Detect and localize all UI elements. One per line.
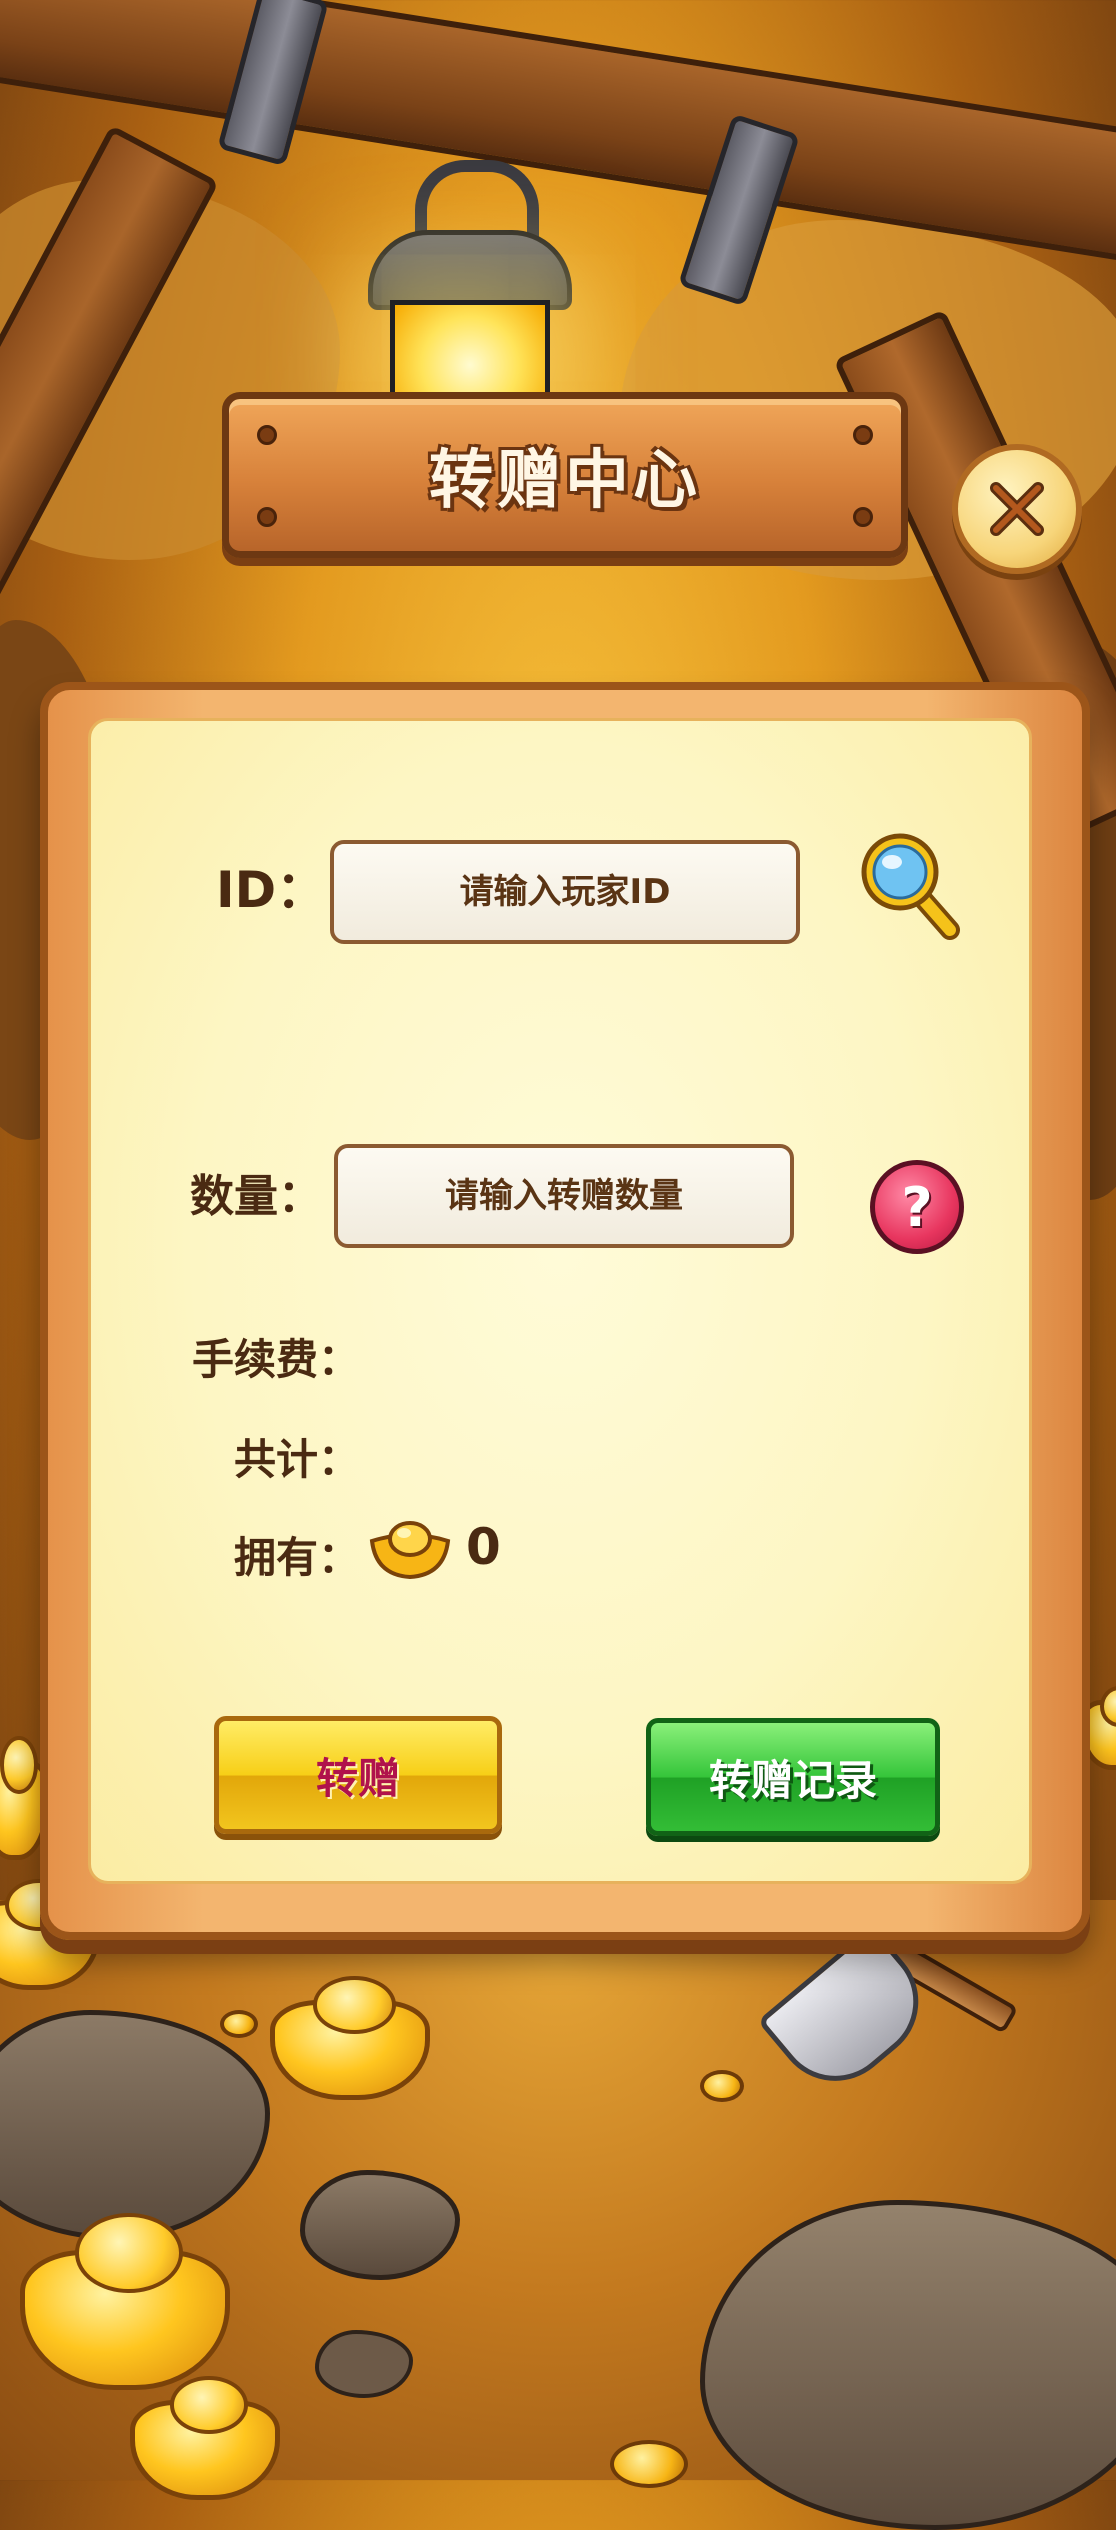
gold-ingot-icon [130,2376,280,2500]
transfer-button[interactable]: 转赠 [214,1716,502,1834]
close-icon [990,482,1044,536]
fee-label: 手续费： [192,1335,361,1384]
id-label: ID： [216,861,327,919]
amount-field[interactable] [334,1144,794,1248]
transfer-button-label: 转赠 [315,1753,400,1803]
help-symbol: ? [901,1175,933,1239]
gold-ingot-icon [369,1521,451,1580]
gold-coin-icon [700,2070,744,2102]
close-button[interactable] [952,444,1082,574]
player-id-field[interactable] [330,840,800,944]
transfer-records-button[interactable]: 转赠记录 [646,1718,940,1836]
player-id-input[interactable] [334,843,796,941]
title-sign: 转赠中心 [222,392,908,558]
gold-coin-icon [610,2440,688,2488]
owned-value: 0 [466,1518,501,1576]
lantern-icon [360,160,572,410]
question-mark-icon[interactable]: ? [870,1160,964,1254]
amount-input[interactable] [338,1147,790,1245]
owned-label: 拥有： [234,1533,361,1582]
page-title: 转赠中心 [429,444,701,518]
transfer-records-button-label: 转赠记录 [708,1755,877,1805]
total-label: 共计： [234,1435,361,1484]
magnifier-icon[interactable] [860,832,960,942]
amount-label: 数量： [190,1171,322,1222]
gold-coin-icon [220,2010,258,2038]
